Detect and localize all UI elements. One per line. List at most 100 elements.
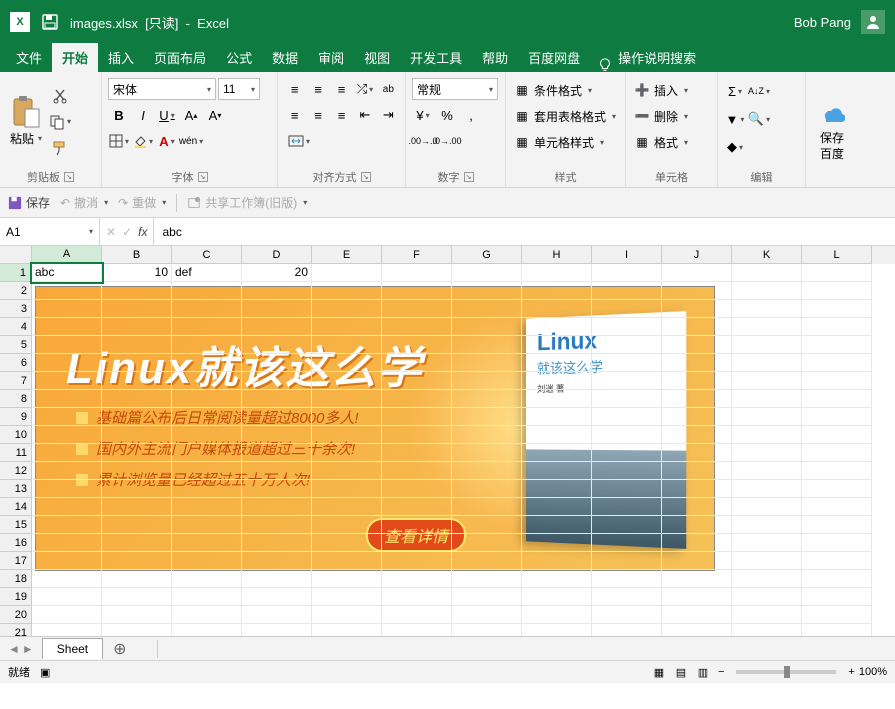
underline-button[interactable]: U▾ — [156, 104, 178, 126]
row-header[interactable]: 3 — [0, 300, 32, 318]
cell[interactable] — [172, 372, 242, 390]
fill-color-button[interactable]: ▾ — [132, 130, 154, 152]
fx-button[interactable]: fx — [138, 225, 147, 239]
cell[interactable] — [802, 390, 872, 408]
row-header[interactable]: 9 — [0, 408, 32, 426]
row-header[interactable]: 20 — [0, 606, 32, 624]
font-size-combo[interactable]: 11▾ — [218, 78, 260, 100]
tab-formulas[interactable]: 公式 — [216, 43, 262, 72]
cell[interactable] — [32, 462, 102, 480]
cell[interactable] — [662, 516, 732, 534]
cell[interactable] — [32, 354, 102, 372]
cell[interactable] — [102, 354, 172, 372]
font-name-combo[interactable]: 宋体▾ — [108, 78, 216, 100]
cell[interactable] — [732, 264, 802, 282]
cell[interactable] — [802, 588, 872, 606]
cell[interactable] — [382, 372, 452, 390]
cell[interactable] — [32, 570, 102, 588]
cell[interactable] — [802, 372, 872, 390]
cell[interactable] — [732, 336, 802, 354]
bold-button[interactable]: B — [108, 104, 130, 126]
cell[interactable] — [452, 336, 522, 354]
cell[interactable] — [452, 300, 522, 318]
cell[interactable] — [522, 606, 592, 624]
cell[interactable] — [312, 534, 382, 552]
cell[interactable] — [522, 282, 592, 300]
cell[interactable] — [172, 570, 242, 588]
row-header[interactable]: 5 — [0, 336, 32, 354]
orientation-button[interactable]: ⤮▾ — [354, 78, 375, 100]
increase-font-button[interactable]: A▴ — [180, 104, 202, 126]
cell[interactable] — [312, 570, 382, 588]
row-header[interactable]: 4 — [0, 318, 32, 336]
cell[interactable] — [592, 462, 662, 480]
row-header[interactable]: 14 — [0, 498, 32, 516]
cell-styles-button[interactable]: ▦单元格样式▾ — [512, 132, 619, 152]
cell[interactable] — [522, 462, 592, 480]
cell[interactable] — [242, 588, 312, 606]
column-header[interactable]: A — [32, 246, 102, 264]
cell[interactable] — [662, 336, 732, 354]
cell[interactable] — [662, 354, 732, 372]
cell[interactable] — [732, 300, 802, 318]
cell[interactable] — [102, 588, 172, 606]
cell[interactable] — [102, 426, 172, 444]
qat-redo-button[interactable]: ↷重做▾ — [118, 194, 166, 211]
formula-confirm-button[interactable]: ✓ — [122, 225, 132, 239]
decrease-decimal-button[interactable]: .0→.00 — [436, 130, 458, 152]
row-header[interactable]: 15 — [0, 516, 32, 534]
cell[interactable] — [312, 480, 382, 498]
cell[interactable] — [32, 588, 102, 606]
cell[interactable] — [102, 480, 172, 498]
cell[interactable] — [662, 444, 732, 462]
sheet-tab[interactable]: Sheet — [42, 638, 103, 659]
row-header[interactable]: 1 — [0, 264, 32, 282]
row-header[interactable]: 7 — [0, 372, 32, 390]
cell[interactable] — [382, 570, 452, 588]
cell[interactable] — [312, 318, 382, 336]
cell[interactable] — [312, 624, 382, 636]
cell[interactable] — [382, 444, 452, 462]
cell[interactable] — [172, 408, 242, 426]
cell[interactable] — [382, 390, 452, 408]
save-icon[interactable] — [42, 14, 58, 30]
cell[interactable] — [452, 516, 522, 534]
autosum-button[interactable]: Σ▾ — [724, 80, 746, 102]
view-page-break-button[interactable]: ▥ — [692, 663, 714, 681]
cell[interactable] — [522, 408, 592, 426]
cell[interactable] — [452, 552, 522, 570]
cell[interactable] — [592, 282, 662, 300]
increase-decimal-button[interactable]: .00→.0 — [412, 130, 434, 152]
new-sheet-button[interactable]: ⊕ — [103, 639, 136, 659]
cell[interactable] — [242, 282, 312, 300]
cell[interactable] — [732, 354, 802, 372]
cell[interactable] — [452, 606, 522, 624]
cell[interactable] — [32, 516, 102, 534]
cell[interactable] — [522, 444, 592, 462]
align-left-button[interactable]: ≡ — [284, 104, 305, 126]
cell[interactable] — [732, 480, 802, 498]
cell[interactable] — [732, 516, 802, 534]
clear-button[interactable]: ◆▾ — [724, 136, 746, 158]
cell[interactable] — [32, 444, 102, 462]
align-middle-button[interactable]: ≡ — [307, 78, 328, 100]
formula-cancel-button[interactable]: ✕ — [106, 225, 116, 239]
fill-button[interactable]: ▼▾ — [724, 108, 746, 130]
cell[interactable] — [662, 264, 732, 282]
cell[interactable] — [802, 534, 872, 552]
cell[interactable] — [592, 300, 662, 318]
cell[interactable] — [732, 588, 802, 606]
column-header[interactable]: D — [242, 246, 312, 264]
increase-indent-button[interactable]: ⇥ — [378, 104, 399, 126]
cell[interactable] — [732, 534, 802, 552]
cell[interactable] — [312, 408, 382, 426]
zoom-out-button[interactable]: − — [718, 666, 724, 678]
cell[interactable] — [592, 408, 662, 426]
cell[interactable] — [242, 408, 312, 426]
cell[interactable] — [452, 264, 522, 282]
cell[interactable] — [802, 444, 872, 462]
cell[interactable] — [802, 354, 872, 372]
cell[interactable] — [662, 498, 732, 516]
cell[interactable] — [522, 390, 592, 408]
cell[interactable] — [242, 498, 312, 516]
